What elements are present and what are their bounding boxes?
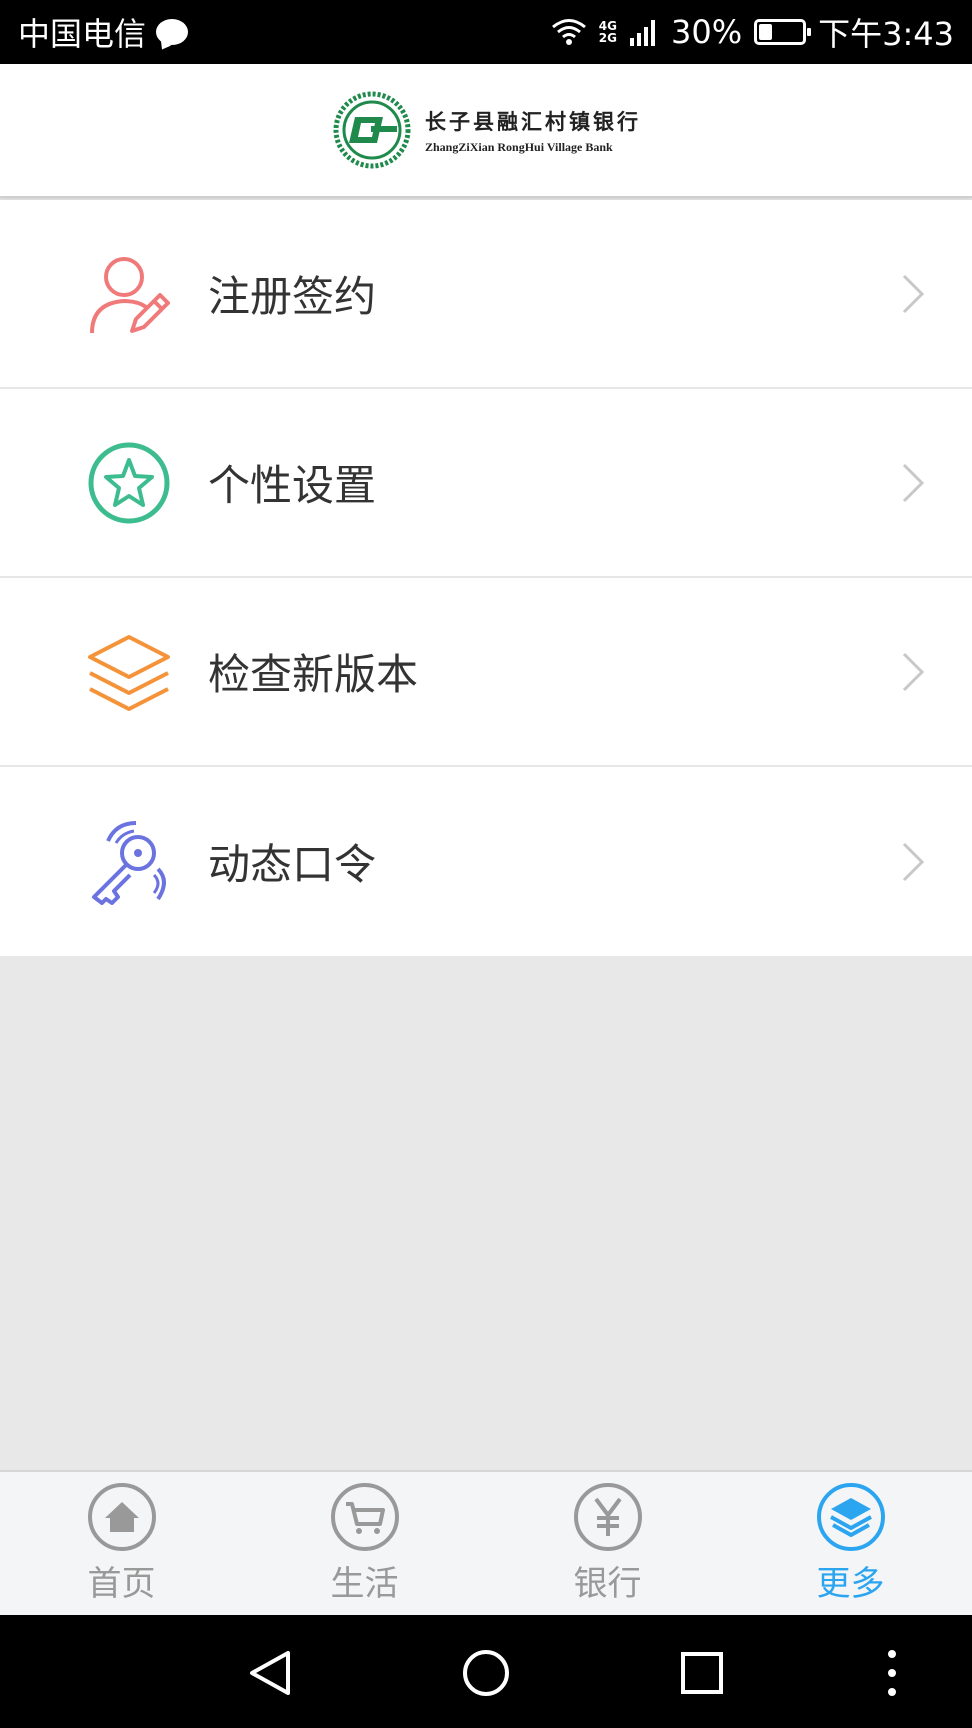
system-navigation-bar [0, 1615, 972, 1728]
network-type-bottom: 2G [598, 31, 617, 45]
more-menu-list: 注册签约 个性设置 检查新版本 动态口令 [0, 200, 972, 956]
bank-logo-text: 长子县融汇村镇银行 ZhangZiXian RongHui Village Ba… [425, 106, 641, 155]
cart-icon [330, 1483, 399, 1551]
layers-icon [88, 634, 170, 711]
menu-item-label: 注册签约 [208, 272, 377, 321]
home-circle-icon[interactable] [458, 1645, 514, 1701]
status-bar: 中国电信 4G 2G 30% 下午3:43 [0, 0, 972, 64]
battery-percent: 30% [671, 13, 743, 51]
chevron-right-icon [902, 274, 925, 313]
back-icon[interactable] [242, 1645, 298, 1701]
more-options-icon[interactable] [864, 1645, 920, 1701]
user-edit-icon [90, 256, 170, 333]
app-header: 长子县融汇村镇银行 ZhangZiXian RongHui Village Ba… [0, 64, 972, 198]
tab-label: 更多 [816, 1564, 885, 1604]
star-circle-icon [88, 442, 170, 523]
battery-icon [754, 19, 812, 45]
chevron-right-icon [902, 842, 925, 881]
tab-more[interactable]: 更多 [729, 1472, 972, 1615]
menu-item-label: 动态口令 [208, 840, 377, 889]
battery-level [759, 24, 772, 40]
empty-content-area [0, 957, 972, 1470]
tab-label: 首页 [87, 1564, 156, 1604]
status-right: 4G 2G 30% 下午3:43 [551, 9, 954, 55]
clock: 下午3:43 [818, 15, 954, 53]
recent-apps-icon[interactable] [674, 1645, 730, 1701]
menu-item-personal-settings[interactable]: 个性设置 [0, 389, 972, 578]
chevron-right-icon [902, 463, 925, 502]
network-type: 4G 2G [599, 20, 617, 44]
tab-life[interactable]: 生活 [243, 1472, 486, 1615]
bank-name-cn: 长子县融汇村镇银行 [425, 108, 641, 134]
key-icon [92, 820, 166, 905]
message-notification-icon [156, 19, 189, 45]
bank-logo-icon [333, 91, 411, 169]
menu-item-label: 检查新版本 [208, 650, 419, 699]
menu-item-dynamic-password[interactable]: 动态口令 [0, 767, 972, 956]
bank-name-en: ZhangZiXian RongHui Village Bank [425, 139, 613, 154]
bottom-tab-bar: 首页 生活 银行 更多 [0, 1470, 972, 1615]
wifi-icon [551, 19, 586, 45]
status-left: 中国电信 [18, 9, 189, 55]
tab-label: 生活 [330, 1564, 399, 1604]
layers-icon [816, 1483, 885, 1551]
home-icon [87, 1483, 156, 1551]
carrier-name: 中国电信 [18, 15, 147, 53]
menu-item-register-sign[interactable]: 注册签约 [0, 200, 972, 389]
menu-item-label: 个性设置 [208, 461, 377, 510]
tab-home[interactable]: 首页 [0, 1472, 243, 1615]
menu-item-check-update[interactable]: 检查新版本 [0, 578, 972, 767]
chevron-right-icon [902, 652, 925, 691]
tab-label: 银行 [573, 1564, 642, 1604]
yen-icon [573, 1483, 642, 1551]
signal-strength-icon [630, 20, 655, 46]
tab-bank[interactable]: 银行 [486, 1472, 729, 1615]
bank-logo: 长子县融汇村镇银行 ZhangZiXian RongHui Village Ba… [331, 89, 641, 171]
